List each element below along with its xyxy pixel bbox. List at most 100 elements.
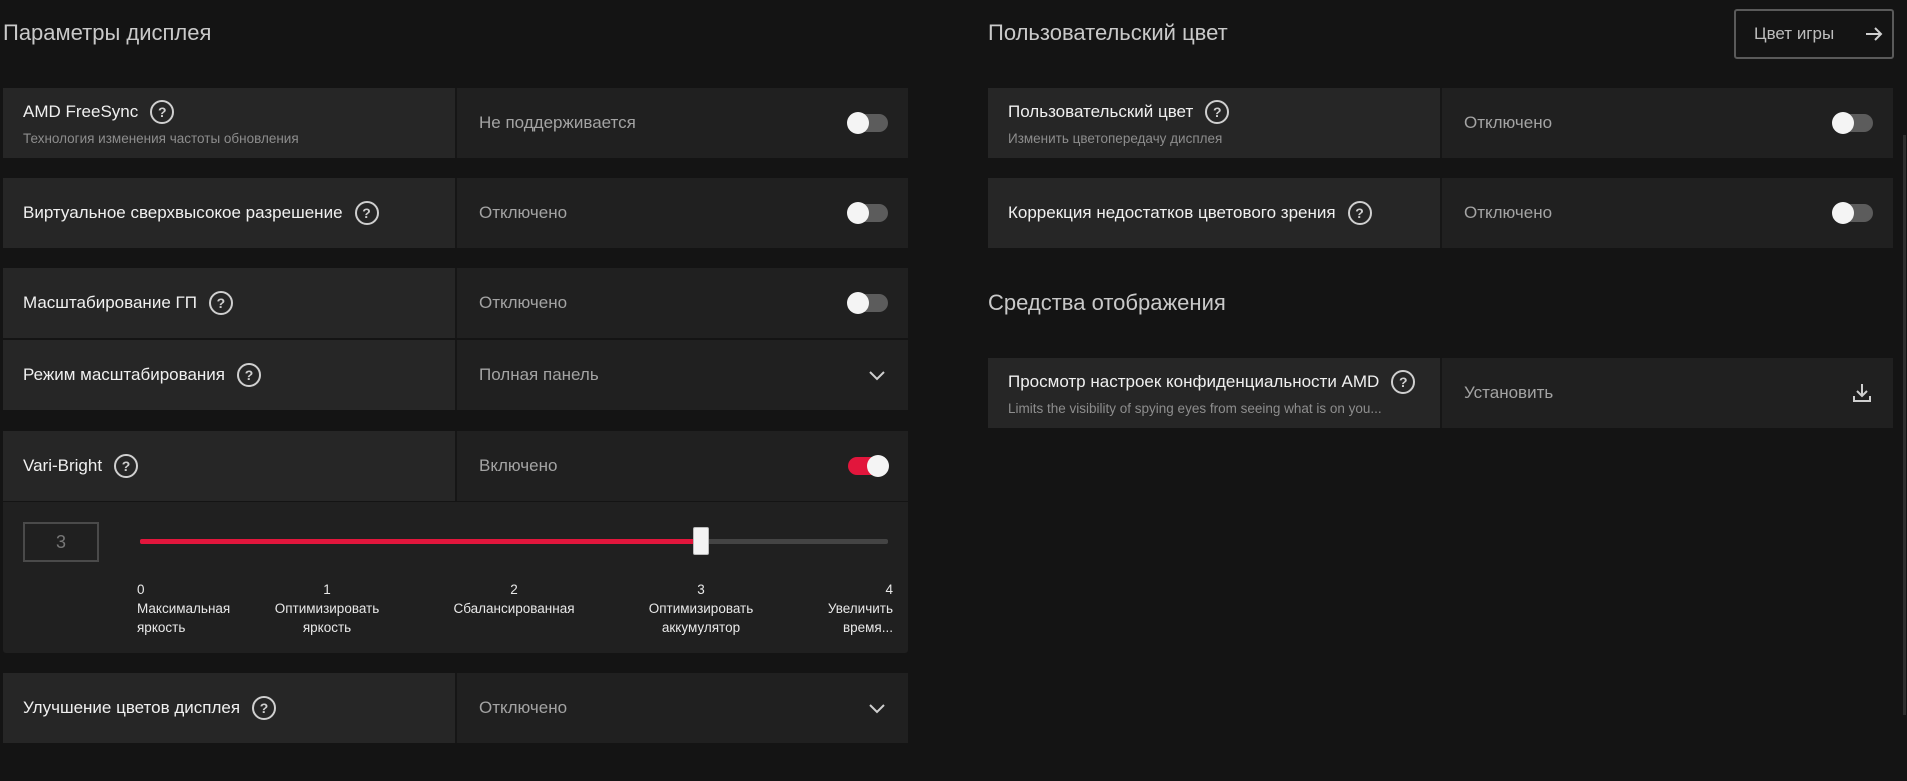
game-color-button-label: Цвет игры xyxy=(1754,24,1835,43)
help-icon[interactable]: ? xyxy=(114,454,139,478)
gpu-scaling-toggle[interactable] xyxy=(847,292,888,314)
custom-color-label: Пользовательский цвет xyxy=(1008,102,1194,121)
color-enhance-label-cell: Улучшение цветов дисплея ? xyxy=(3,673,457,743)
help-icon[interactable]: ? xyxy=(252,696,277,720)
vari-bright-label: Vari-Bright xyxy=(23,456,103,475)
freesync-value: Не поддерживается xyxy=(479,113,636,132)
cvd-label: Коррекция недостатков цветового зрения xyxy=(1008,203,1336,222)
gpu-scaling-label-cell: Масштабирование ГП ? xyxy=(3,268,457,338)
vari-bright-toggle[interactable] xyxy=(848,455,889,477)
cvd-value: Отключено xyxy=(1464,203,1553,222)
gpu-scaling-control-cell: Отключено xyxy=(457,268,908,338)
freesync-control-cell: Не поддерживается xyxy=(457,88,908,158)
tick-text-num: 1 xyxy=(323,582,331,597)
privacy-install-button[interactable]: Установить xyxy=(1442,358,1893,428)
cvd-label-cell: Коррекция недостатков цветового зрения ? xyxy=(988,178,1442,248)
color-enhance-value: Отключено xyxy=(479,698,568,717)
cvd-control-cell: Отключено xyxy=(1442,178,1893,248)
tick-text-l2: яркость xyxy=(137,620,186,635)
toggle-knob xyxy=(867,455,889,477)
help-icon[interactable]: ? xyxy=(208,291,233,315)
vsr-label: Виртуальное сверхвысокое разрешение xyxy=(23,203,343,222)
vari-bright-level-input[interactable]: 3 xyxy=(23,522,99,562)
toggle-knob xyxy=(847,112,869,134)
gpu-scaling-label: Масштабирование ГП xyxy=(23,293,197,312)
cvd-row: Коррекция недостатков цветового зрения ?… xyxy=(988,178,1893,248)
slider-tick-label: 0 Максимальная яркость xyxy=(137,580,230,637)
scaling-mode-row: Режим масштабирования ? Полная панель xyxy=(3,340,908,410)
vari-bright-slider-thumb[interactable] xyxy=(693,527,709,555)
vari-bright-label-cell: Vari-Bright ? xyxy=(3,431,457,501)
slider-tick-label: 4 Увеличить время... xyxy=(753,580,893,637)
help-icon[interactable]: ? xyxy=(1391,370,1416,394)
arrow-right-icon xyxy=(1866,27,1883,41)
slider-tick-label: 2 Сбалансированная xyxy=(444,580,584,618)
custom-color-label-cell: Пользовательский цвет ? Изменить цветопе… xyxy=(988,88,1442,158)
toggle-knob xyxy=(847,202,869,224)
freesync-row: AMD FreeSync ? Технология изменения част… xyxy=(3,88,908,158)
section-title-custom-color: Пользовательский цвет xyxy=(988,20,1228,45)
toggle-knob xyxy=(847,292,869,314)
help-icon[interactable]: ? xyxy=(237,363,261,387)
vsr-row: Виртуальное сверхвысокое разрешение ? От… xyxy=(3,178,908,248)
vsr-value: Отключено xyxy=(479,203,568,222)
slider-tick-label: 3 Оптимизировать аккумулятор xyxy=(631,580,771,637)
tick-text-l1: Оптимизировать xyxy=(648,601,754,616)
section-title-display-tools: Средства отображения xyxy=(988,290,1226,315)
download-icon xyxy=(1853,384,1871,402)
privacy-label: Просмотр настроек конфиденциальности AMD xyxy=(1008,372,1380,391)
slider-fill xyxy=(140,539,701,544)
help-icon[interactable]: ? xyxy=(354,201,379,225)
tick-text-num: 4 xyxy=(885,582,893,597)
game-color-button[interactable]: Цвет игры xyxy=(1734,9,1894,59)
gpu-scaling-value: Отключено xyxy=(479,293,568,312)
help-icon[interactable]: ? xyxy=(1347,201,1372,225)
tick-text-num: 2 xyxy=(510,582,518,597)
tick-text-l1: Увеличить xyxy=(827,601,893,616)
custom-color-toggle[interactable] xyxy=(1832,112,1873,134)
scaling-mode-label-cell: Режим масштабирования ? xyxy=(3,340,457,410)
vari-bright-control-cell: Включено xyxy=(457,431,908,501)
tick-text-l1: Оптимизировать xyxy=(274,601,380,616)
help-icon[interactable]: ? xyxy=(1205,100,1230,124)
scrollbar[interactable] xyxy=(1903,135,1906,715)
help-icon[interactable]: ? xyxy=(150,100,175,124)
custom-color-row: Пользовательский цвет ? Изменить цветопе… xyxy=(988,88,1893,158)
tick-text-l2: аккумулятор xyxy=(661,620,741,635)
section-title-display-params: Параметры дисплея xyxy=(3,20,212,45)
vsr-toggle[interactable] xyxy=(847,202,888,224)
tick-text-l2: яркость xyxy=(302,620,352,635)
chevron-down-icon xyxy=(869,371,885,381)
color-enhance-dropdown[interactable]: Отключено xyxy=(457,673,908,743)
vsr-control-cell: Отключено xyxy=(457,178,908,248)
tick-text-l2: время... xyxy=(842,620,893,635)
tick-text-l1: Сбалансированная xyxy=(453,601,575,616)
freesync-sublabel: Технология изменения частоты обновления xyxy=(23,131,299,146)
gpu-scaling-row: Масштабирование ГП ? Отключено xyxy=(3,268,908,338)
vari-bright-value: Включено xyxy=(479,456,558,475)
freesync-toggle[interactable] xyxy=(847,112,888,134)
freesync-label: AMD FreeSync xyxy=(23,102,139,121)
vari-bright-row: Vari-Bright ? Включено xyxy=(3,431,908,501)
privacy-label-cell: Просмотр настроек конфиденциальности AMD… xyxy=(988,358,1442,428)
tick-text-num: 3 xyxy=(697,582,705,597)
privacy-install-label: Установить xyxy=(1464,383,1554,402)
chevron-down-icon xyxy=(869,704,885,714)
color-enhance-row: Улучшение цветов дисплея ? Отключено xyxy=(3,673,908,743)
privacy-sublabel: Limits the visibility of spying eyes fro… xyxy=(1008,401,1382,416)
scaling-mode-value: Полная панель xyxy=(479,365,599,384)
vari-bright-slider-track[interactable] xyxy=(140,539,888,544)
freesync-label-cell: AMD FreeSync ? Технология изменения част… xyxy=(3,88,457,158)
scaling-mode-dropdown[interactable]: Полная панель xyxy=(457,340,908,410)
scaling-mode-label: Режим масштабирования xyxy=(23,365,225,384)
vari-bright-slider-panel: 3 0 Максимальная яркость 1 Оптимизировать ярк… xyxy=(3,502,908,653)
custom-color-value: Отключено xyxy=(1464,113,1553,132)
toggle-knob xyxy=(1832,112,1854,134)
cvd-toggle[interactable] xyxy=(1832,202,1873,224)
tick-text-l1: Максимальная xyxy=(137,601,231,616)
tick-text-num: 0 xyxy=(137,582,145,597)
vsr-label-cell: Виртуальное сверхвысокое разрешение ? xyxy=(3,178,457,248)
slider-tick-label: 1 Оптимизировать яркость xyxy=(257,580,397,637)
color-enhance-label: Улучшение цветов дисплея xyxy=(23,698,241,717)
custom-color-control-cell: Отключено xyxy=(1442,88,1893,158)
